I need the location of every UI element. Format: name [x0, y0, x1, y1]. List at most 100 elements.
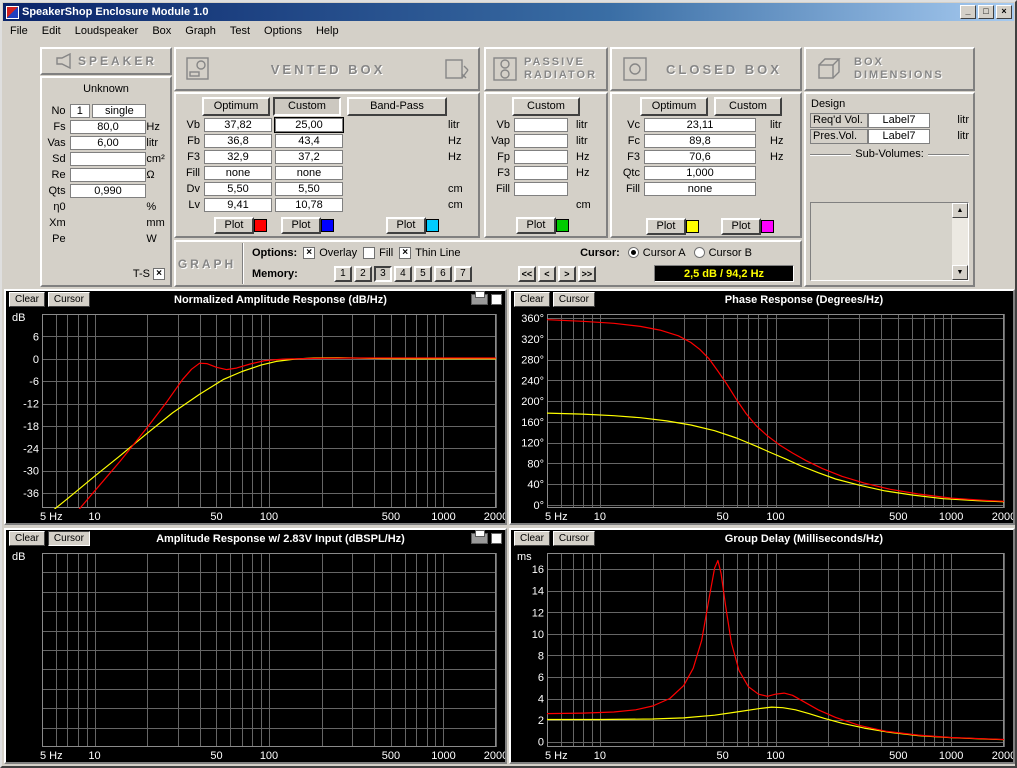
param-value[interactable]: [514, 134, 568, 148]
custom-value[interactable]: 10,78: [275, 198, 343, 212]
fill-checkbox[interactable]: Fill: [363, 247, 393, 259]
optimum-value[interactable]: 5,50: [204, 182, 272, 196]
vented-bandpass-button[interactable]: Band-Pass: [347, 97, 447, 116]
cursor-last-button[interactable]: >>: [578, 266, 596, 282]
cursor-first-button[interactable]: <<: [518, 266, 536, 282]
cursor-button[interactable]: Cursor: [553, 531, 595, 546]
menu-graph[interactable]: Graph: [178, 23, 223, 39]
param-extra[interactable]: single: [92, 104, 146, 118]
closed-optimum-button[interactable]: Optimum: [640, 97, 708, 116]
optimum-value[interactable]: 9,41: [204, 198, 272, 212]
plot-closed-custom-button[interactable]: Plot: [721, 218, 761, 235]
print-checkbox[interactable]: [491, 533, 502, 544]
memory-button-6[interactable]: 6: [434, 266, 452, 282]
menu-edit[interactable]: Edit: [35, 23, 68, 39]
closed-table: Vc 23,11 litr Fc 89,8 Hz F3 70,6 Hz Qtc …: [612, 117, 800, 197]
clear-button[interactable]: Clear: [9, 531, 45, 546]
optimum-value[interactable]: none: [204, 166, 272, 180]
svg-text:0: 0: [538, 737, 544, 749]
custom-value[interactable]: 37,2: [275, 150, 343, 164]
sub-volumes-list[interactable]: ▲ ▼: [810, 202, 969, 281]
memory-button-1[interactable]: 1: [334, 266, 352, 282]
menu-help[interactable]: Help: [309, 23, 346, 39]
cursor-b-radio[interactable]: Cursor B: [694, 247, 752, 259]
optimum-value[interactable]: 32,9: [204, 150, 272, 164]
clear-button[interactable]: Clear: [514, 292, 550, 307]
param-value[interactable]: [70, 152, 147, 166]
custom-value[interactable]: 5,50: [275, 182, 343, 196]
param-value[interactable]: [514, 150, 568, 164]
closed-box-panel: Optimum Custom Vc 23,11 litr Fc 89,8 Hz …: [610, 92, 802, 238]
menu-file[interactable]: File: [3, 23, 35, 39]
param-value[interactable]: 6,00: [70, 136, 147, 150]
custom-value[interactable]: 25,00: [275, 118, 343, 132]
graph-options-row: Options: × Overlay Fill × Thin Line Curs…: [248, 242, 800, 263]
param-value[interactable]: 89,8: [644, 134, 756, 148]
menu-loudspeaker[interactable]: Loudspeaker: [68, 23, 146, 39]
vented-table: Vb 37,82 25,00 litr Fb 36,8 43,4 Hz F3 3…: [176, 117, 478, 213]
param-value[interactable]: [70, 168, 147, 182]
scroll-up-icon[interactable]: ▲: [952, 203, 968, 218]
plot-optimum-button[interactable]: Plot: [214, 217, 254, 234]
cursor-button[interactable]: Cursor: [48, 292, 90, 307]
memory-button-7[interactable]: 7: [454, 266, 472, 282]
closed-custom-button[interactable]: Custom: [714, 97, 782, 116]
print-checkbox[interactable]: [491, 294, 502, 305]
plot-custom-button[interactable]: Plot: [281, 217, 321, 234]
plot-area[interactable]: dB60-6-12-18-24-30-365 Hz105010050010002…: [6, 308, 505, 523]
sub-volumes-scrollbar[interactable]: ▲ ▼: [952, 203, 968, 280]
plot-area[interactable]: dB5 Hz105010050010002000: [6, 547, 505, 762]
thin-line-checkbox[interactable]: × Thin Line: [399, 247, 460, 259]
memory-button-5[interactable]: 5: [414, 266, 432, 282]
menu-box[interactable]: Box: [145, 23, 178, 39]
cursor-nav-buttons: << < > >>: [518, 266, 596, 282]
reqd-vol-value[interactable]: Label7: [868, 113, 930, 128]
param-value[interactable]: 1,000: [644, 166, 756, 180]
speaker-row-re: Re Ω: [42, 167, 170, 183]
param-value[interactable]: 80,0: [70, 120, 147, 134]
clear-button[interactable]: Clear: [9, 292, 45, 307]
param-value[interactable]: 23,11: [644, 118, 756, 132]
ts-checkbox-group[interactable]: T-S ×: [133, 268, 165, 280]
memory-button-3[interactable]: 3: [374, 266, 392, 282]
print-icon[interactable]: [471, 294, 488, 305]
cursor-prev-button[interactable]: <: [538, 266, 556, 282]
cursor-button[interactable]: Cursor: [48, 531, 90, 546]
overlay-checkbox[interactable]: × Overlay: [303, 247, 357, 259]
param-value[interactable]: [514, 166, 568, 180]
plot-bandpass-button[interactable]: Plot: [386, 217, 426, 234]
passive-custom-button[interactable]: Custom: [512, 97, 580, 116]
param-value[interactable]: 70,6: [644, 150, 756, 164]
pres-vol-value[interactable]: Label7: [868, 129, 930, 144]
custom-value[interactable]: none: [275, 166, 343, 180]
param-value[interactable]: 1: [70, 104, 91, 118]
param-value[interactable]: [514, 182, 568, 196]
param-value[interactable]: none: [644, 182, 756, 196]
param-value[interactable]: 0,990: [70, 184, 147, 198]
memory-label: Memory:: [252, 268, 298, 280]
menu-options[interactable]: Options: [257, 23, 309, 39]
passive-radiator-panel-header: PASSIVE RADIATOR: [484, 47, 608, 91]
memory-button-4[interactable]: 4: [394, 266, 412, 282]
menu-test[interactable]: Test: [223, 23, 257, 39]
scroll-down-icon[interactable]: ▼: [952, 265, 968, 280]
clear-button[interactable]: Clear: [514, 531, 550, 546]
custom-value[interactable]: 43,4: [275, 134, 343, 148]
cursor-next-button[interactable]: >: [558, 266, 576, 282]
memory-button-2[interactable]: 2: [354, 266, 372, 282]
close-button[interactable]: ×: [996, 5, 1012, 19]
cursor-a-radio[interactable]: Cursor A: [628, 247, 686, 259]
minimize-button[interactable]: _: [960, 5, 976, 19]
cursor-button[interactable]: Cursor: [553, 292, 595, 307]
vented-optimum-button[interactable]: Optimum: [202, 97, 270, 116]
plot-passive-button[interactable]: Plot: [516, 217, 556, 234]
optimum-value[interactable]: 37,82: [204, 118, 272, 132]
optimum-value[interactable]: 36,8: [204, 134, 272, 148]
maximize-button[interactable]: □: [978, 5, 994, 19]
plot-area[interactable]: 360°320°280°240°200°160°120°80°40°0°5 Hz…: [511, 308, 1013, 523]
print-icon[interactable]: [471, 533, 488, 544]
param-value[interactable]: [514, 118, 568, 132]
plot-area[interactable]: ms16141210864205 Hz105010050010002000: [511, 547, 1013, 762]
vented-custom-button[interactable]: Custom: [273, 97, 341, 116]
plot-closed-optimum-button[interactable]: Plot: [646, 218, 686, 235]
